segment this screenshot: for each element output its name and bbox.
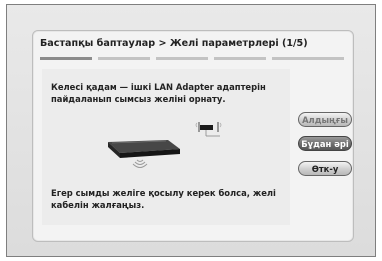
- connection-illustration: [108, 122, 222, 168]
- progress-step-4: [214, 57, 266, 60]
- progress-step-5: [272, 57, 344, 60]
- tv-screen: Бастапқы баптаулар > Желі параметрлері (…: [0, 0, 382, 261]
- cable-note-text: Егер сымды желіге қосылу керек болса, же…: [51, 188, 276, 210]
- next-button[interactable]: Бұдан әрі: [298, 136, 352, 151]
- instruction-text: Келесі қадам — ішкі LAN Adapter адаптері…: [51, 82, 266, 104]
- skip-button[interactable]: Өтк-у: [298, 161, 352, 176]
- wireless-router-icon: [195, 122, 222, 137]
- wireless-signal-icon: [132, 159, 148, 168]
- progress-step-1: [40, 57, 92, 60]
- blu-ray-player-icon: [108, 140, 180, 158]
- previous-button[interactable]: Алдыңғы: [298, 112, 352, 127]
- dialog-title: Бастапқы баптаулар > Желі параметрлері (…: [40, 38, 308, 49]
- progress-step-3: [156, 57, 208, 60]
- progress-step-2: [98, 57, 150, 60]
